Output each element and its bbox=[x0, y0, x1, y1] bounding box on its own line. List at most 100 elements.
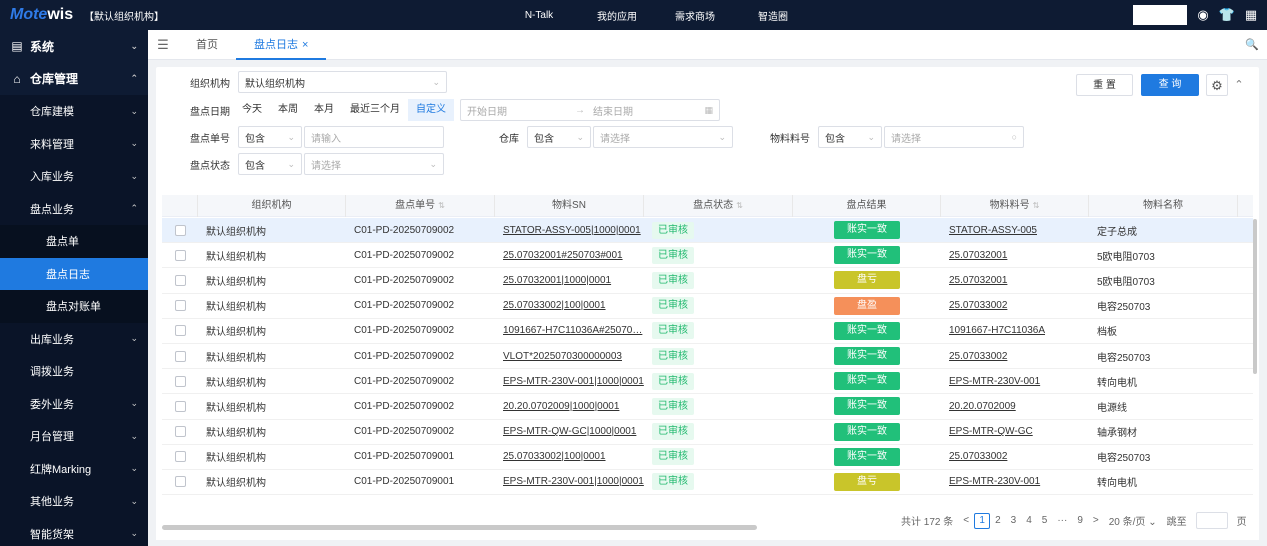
table-row[interactable]: 默认组织机构 C01-PD-20250709002 1091667-H7C11036… bbox=[162, 319, 1253, 344]
search-icon[interactable]: 🔍 bbox=[1245, 38, 1259, 51]
order-no-operator[interactable]: 包含 ⌄ bbox=[238, 126, 302, 148]
page-number[interactable]: 4 bbox=[1021, 515, 1037, 526]
material-link[interactable]: EPS-MTR-230V-001 bbox=[949, 376, 1040, 387]
material-operator[interactable]: 包含 ⌄ bbox=[818, 126, 882, 148]
row-checkbox[interactable] bbox=[174, 249, 186, 261]
date-quick-button[interactable]: 本月 bbox=[306, 99, 342, 121]
row-checkbox[interactable] bbox=[174, 325, 186, 337]
date-range-picker[interactable]: 开始日期 → 结束日期 ▦ bbox=[460, 99, 720, 121]
collapse-up-icon[interactable]: ⌃ bbox=[1230, 74, 1248, 96]
vertical-scrollbar[interactable] bbox=[1253, 219, 1257, 374]
table-row[interactable]: 默认组织机构 C01-PD-20250709002 STATOR-ASSY-005|… bbox=[162, 218, 1253, 244]
page-number[interactable]: ··· bbox=[1052, 515, 1072, 526]
user-icon[interactable]: ◉ bbox=[1195, 7, 1211, 23]
page-number[interactable]: 9 bbox=[1072, 515, 1088, 526]
material-link[interactable]: 25.07033002|100|0001 bbox=[503, 451, 606, 462]
top-nav-item[interactable]: 智造圈 bbox=[734, 8, 812, 23]
material-link[interactable]: 25.07032001|1000|0001 bbox=[503, 275, 611, 286]
row-checkbox[interactable] bbox=[174, 350, 186, 362]
material-link[interactable]: 25.07032001 bbox=[949, 250, 1007, 261]
material-link[interactable]: EPS-MTR-QW-GC|1000|0001 bbox=[503, 426, 636, 437]
sidebar-item[interactable]: ▤ 系统 ⌄ bbox=[0, 30, 148, 63]
material-link[interactable]: EPS-MTR-230V-001|1000|0001 bbox=[503, 476, 644, 487]
sidebar-item[interactable]: 盘点业务 ⌃ bbox=[0, 192, 148, 225]
material-link[interactable]: VLOT*2025070300000003 bbox=[503, 351, 622, 362]
material-link[interactable]: 25.07032001#250703#001 bbox=[503, 250, 623, 261]
sidebar-item[interactable]: 入库业务 ⌄ bbox=[0, 160, 148, 193]
page-number[interactable]: 3 bbox=[1006, 515, 1022, 526]
warehouse-select[interactable]: 请选择 ⌄ bbox=[593, 126, 733, 148]
sidebar-item[interactable]: 智能货架 ⌄ bbox=[0, 517, 148, 546]
material-link[interactable]: 1091667-H7C11036A bbox=[949, 325, 1045, 336]
material-link[interactable]: 25.07033002 bbox=[949, 300, 1007, 311]
table-row[interactable]: 默认组织机构 C01-PD-20250709002 25.07033002|100|… bbox=[162, 294, 1253, 319]
row-checkbox[interactable] bbox=[174, 300, 186, 312]
reset-button[interactable]: 重 置 bbox=[1076, 74, 1133, 96]
tab-inventory-log[interactable]: 盘点日志 × bbox=[236, 30, 327, 60]
next-page-button[interactable]: > bbox=[1088, 515, 1104, 526]
row-checkbox[interactable] bbox=[174, 476, 186, 488]
material-link[interactable]: 25.07033002|100|0001 bbox=[503, 300, 606, 311]
sidebar-item[interactable]: 红牌Marking ⌄ bbox=[0, 452, 148, 485]
table-row[interactable]: 默认组织机构 C01-PD-20250709001 25.07033002|100|… bbox=[162, 445, 1253, 470]
table-row[interactable]: 默认组织机构 C01-PD-20250709001 EPS-MTR-230V-001… bbox=[162, 470, 1253, 496]
material-link[interactable]: EPS-MTR-QW-GC bbox=[949, 426, 1033, 437]
table-row[interactable]: 默认组织机构 C01-PD-20250709002 20.20.0702009|10… bbox=[162, 394, 1253, 420]
warehouse-operator[interactable]: 包含 ⌄ bbox=[527, 126, 591, 148]
material-select[interactable]: 请选择 ○ bbox=[884, 126, 1024, 148]
table-row[interactable]: 默认组织机构 C01-PD-20250709002 25.07032001|1000… bbox=[162, 268, 1253, 294]
status-operator[interactable]: 包含 ⌄ bbox=[238, 153, 302, 175]
sidebar-item[interactable]: 盘点日志 bbox=[0, 257, 148, 290]
material-link[interactable]: 25.07033002 bbox=[949, 351, 1007, 362]
row-checkbox[interactable] bbox=[174, 375, 186, 387]
apps-grid-icon[interactable]: ▦ bbox=[1243, 7, 1259, 23]
table-row[interactable]: 默认组织机构 C01-PD-20250709002 VLOT*20250703000… bbox=[162, 344, 1253, 370]
material-link[interactable]: EPS-MTR-230V-001|1000|0001 bbox=[503, 376, 644, 387]
row-checkbox[interactable] bbox=[174, 451, 186, 463]
page-number[interactable]: 1 bbox=[974, 512, 991, 529]
shirt-icon[interactable]: 👕 bbox=[1219, 7, 1235, 23]
date-quick-button[interactable]: 本周 bbox=[270, 99, 306, 121]
sidebar-item[interactable]: 委外业务 ⌄ bbox=[0, 387, 148, 420]
sidebar-item[interactable]: 来料管理 ⌄ bbox=[0, 127, 148, 160]
settings-gear-icon[interactable]: ⚙ bbox=[1206, 74, 1228, 96]
material-link[interactable]: 1091667-H7C11036A#25070… bbox=[503, 325, 642, 336]
close-icon[interactable]: × bbox=[302, 39, 308, 51]
org-select[interactable]: 默认组织机构 ⌄ bbox=[238, 71, 447, 93]
top-nav-item[interactable]: 需求商场 bbox=[656, 8, 734, 23]
page-number[interactable]: 5 bbox=[1037, 515, 1053, 526]
sidebar-item[interactable]: 出库业务 ⌄ bbox=[0, 322, 148, 355]
table-row[interactable]: 默认组织机构 C01-PD-20250709002 EPS-MTR-QW-GC|10… bbox=[162, 420, 1253, 445]
table-row[interactable]: 默认组织机构 C01-PD-20250709002 25.07032001#2507… bbox=[162, 243, 1253, 269]
horizontal-scrollbar[interactable] bbox=[162, 525, 757, 530]
tab-home[interactable]: 首页 bbox=[178, 30, 236, 60]
material-link[interactable]: 25.07032001 bbox=[949, 275, 1007, 286]
sidebar-item[interactable]: 月台管理 ⌄ bbox=[0, 420, 148, 453]
sort-icon[interactable]: ⇅ bbox=[438, 201, 445, 210]
row-checkbox[interactable] bbox=[174, 400, 186, 412]
jump-input[interactable] bbox=[1195, 512, 1228, 529]
sidebar-item[interactable]: 盘点对账单 bbox=[0, 290, 148, 323]
sidebar-item[interactable]: ⌂ 仓库管理 ⌃ bbox=[0, 63, 148, 96]
material-link[interactable]: STATOR-ASSY-005 bbox=[949, 225, 1037, 236]
table-row[interactable]: 默认组织机构 C01-PD-20250709002 EPS-MTR-230V-001… bbox=[162, 369, 1253, 395]
material-link[interactable]: 20.20.0702009|1000|0001 bbox=[503, 401, 619, 412]
top-nav-item[interactable]: N-Talk bbox=[500, 10, 578, 21]
status-select[interactable]: 请选择 ⌄ bbox=[304, 153, 444, 175]
material-link[interactable]: 25.07033002 bbox=[949, 451, 1007, 462]
material-link[interactable]: STATOR-ASSY-005|1000|0001 bbox=[503, 225, 641, 236]
prev-page-button[interactable]: < bbox=[958, 515, 974, 526]
material-link[interactable]: 20.20.0702009 bbox=[949, 401, 1016, 412]
row-checkbox[interactable] bbox=[174, 274, 186, 286]
header-checkbox-cell[interactable] bbox=[162, 194, 198, 217]
row-checkbox[interactable] bbox=[174, 224, 186, 236]
page-number[interactable]: 2 bbox=[990, 515, 1006, 526]
sort-icon[interactable]: ⇅ bbox=[1033, 201, 1040, 210]
user-avatar[interactable] bbox=[1133, 5, 1187, 25]
page-size-select[interactable]: 20 条/页 ⌄ bbox=[1104, 513, 1162, 528]
menu-collapse-icon[interactable]: ☰ bbox=[148, 37, 178, 53]
date-quick-button[interactable]: 最近三个月 bbox=[342, 99, 408, 121]
sidebar-item[interactable]: 调拨业务 bbox=[0, 355, 148, 388]
sidebar-item[interactable]: 仓库建模 ⌄ bbox=[0, 95, 148, 128]
sort-icon[interactable]: ⇅ bbox=[736, 201, 743, 210]
